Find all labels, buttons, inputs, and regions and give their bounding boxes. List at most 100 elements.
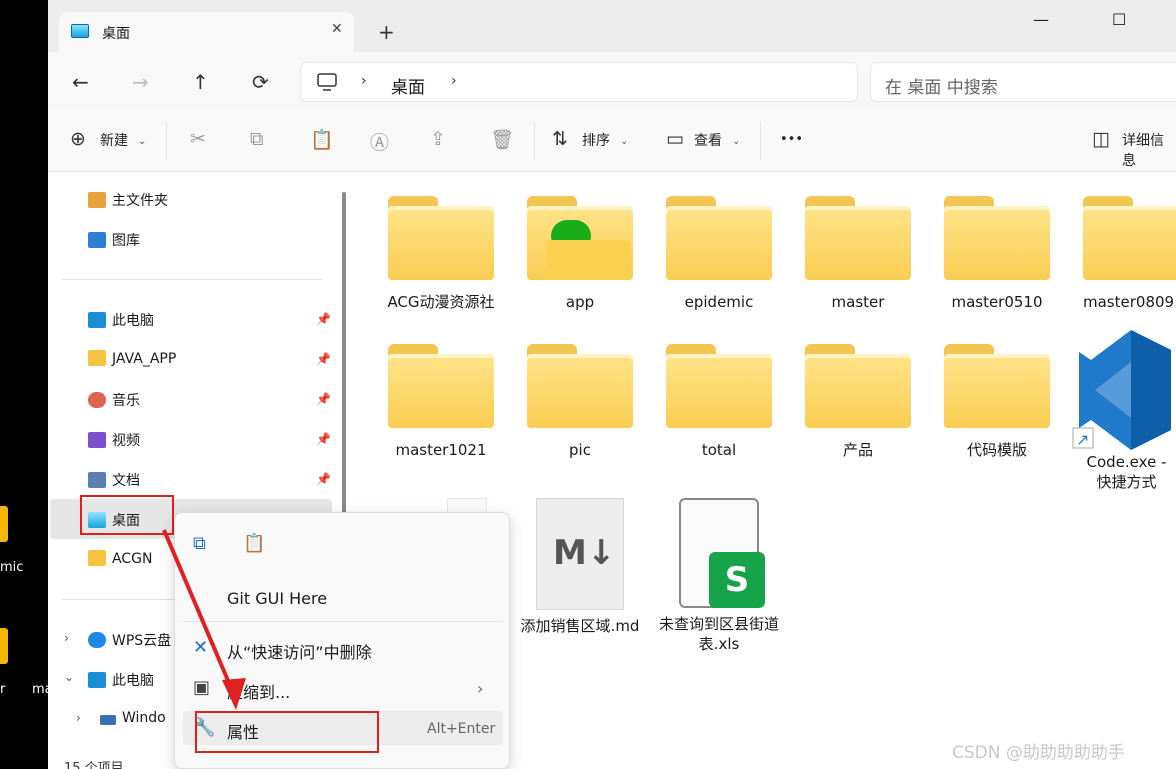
folder-item[interactable]: master0510 [932,196,1062,312]
item-label: 代码模版 [966,441,1027,459]
folder-item[interactable]: master0809 [1071,196,1176,312]
sidebar-item-java-app[interactable]: JAVA_APP [88,350,176,367]
sidebar-item-this-pc[interactable]: 此电脑 [88,310,154,330]
copy-icon[interactable]: ⧉ [250,128,264,150]
sidebar-item-this-pc-tree[interactable]: 此电脑 [88,670,154,690]
folder-icon [88,350,106,366]
minimize-button[interactable]: — [1033,10,1049,29]
arrow-annotation [162,529,246,710]
folder-item[interactable]: ACG动漫资源社 [376,196,506,312]
chevron-right-icon[interactable]: › [64,631,69,645]
folder-item[interactable]: 产品 [793,344,923,460]
sidebar-item-music[interactable]: 音乐 [88,390,140,410]
command-bar: ⊕ 新建 ⌄ ✂ ⧉ 📋 Ⓐ ⇪ 🗑 ⇅ 排序 ⌄ ▭ 查看 ⌄ ••• ◫ 详… [48,110,1176,172]
divider [62,279,322,280]
desktop-label: mic [0,560,24,575]
pin-icon[interactable]: 📌 [316,312,331,326]
sidebar-item-home[interactable]: 主文件夹 [88,190,168,210]
folder-item[interactable]: 代码模版 [932,344,1062,460]
folder-item[interactable]: app [515,196,645,312]
pin-icon[interactable]: 📌 [316,352,331,366]
item-label: 未查询到区县街道表.xls [658,615,779,653]
desktop-label: r [0,682,6,697]
title-bar: 桌面 ✕ + — ☐ [48,0,1176,52]
item-label: master1021 [395,441,487,459]
pin-icon[interactable]: 📌 [316,432,331,446]
item-label: total [701,441,737,459]
chevron-down-icon: ⌄ [620,136,629,147]
folder-item[interactable]: pic [515,344,645,460]
chevron-down-icon[interactable]: ⌄ [64,670,74,684]
pin-icon[interactable]: 📌 [316,472,331,486]
tab-title: 桌面 [102,26,130,42]
folder-icon [666,196,772,280]
folder-item[interactable]: master [793,196,923,312]
desktop-icon [71,24,89,38]
file-item[interactable]: S 未查询到区县街道表.xls [654,498,784,654]
sidebar-item-videos[interactable]: 视频 [88,430,140,450]
file-item[interactable]: M↓ 添加销售区域.md [515,498,645,636]
navigation-bar: ← → ↑ ⟳ › 桌面 › 在 桌面 中搜索 [48,52,1176,110]
rename-icon[interactable]: Ⓐ [370,128,389,155]
plus-circle-icon: ⊕ [70,128,86,150]
delete-icon[interactable]: 🗑 [490,128,514,151]
svg-text:↗: ↗ [1076,430,1089,449]
breadcrumb[interactable]: 桌面 [391,73,425,98]
status-bar: 15 个项目 [64,761,124,769]
close-tab-icon[interactable]: ✕ [331,21,343,37]
item-label: master0510 [951,293,1043,311]
search-input[interactable]: 在 桌面 中搜索 [885,73,998,98]
watermark: CSDN @助助助助助手 [952,743,1125,763]
more-options-button[interactable]: ••• [780,132,803,147]
details-button[interactable]: 详细信息 [1122,130,1176,170]
maximize-button[interactable]: ☐ [1112,10,1126,29]
spreadsheet-file-icon: S [679,498,765,608]
view-button[interactable]: 查看 [694,130,722,150]
sidebar-item-acgn[interactable]: ACGN [88,550,152,567]
chevron-right-icon[interactable]: › [76,711,81,725]
refresh-button[interactable]: ⟳ [252,70,269,94]
folder-item[interactable]: total [654,344,784,460]
folder-icon [944,344,1050,428]
tab-desktop[interactable]: 桌面 ✕ [59,12,354,52]
shortcut-item[interactable]: ↗ Code.exe - 快捷方式 [1071,328,1176,492]
document-icon [88,472,106,488]
folder-item[interactable]: master1021 [376,344,506,460]
item-label: 添加销售区域.md [520,617,640,635]
forward-button[interactable]: → [132,70,149,94]
chevron-down-icon: ⌄ [138,136,147,147]
home-icon [88,192,106,208]
gallery-icon [88,232,106,248]
desktop-folder-icon[interactable] [0,628,8,664]
item-label: app [565,293,595,311]
sidebar-item-documents[interactable]: 文档 [88,470,140,490]
new-tab-button[interactable]: + [378,20,395,44]
markdown-file-icon: M↓ [536,498,624,610]
chevron-right-icon: › [361,73,367,89]
wechat-folder-icon [527,196,633,280]
search-box[interactable]: 在 桌面 中搜索 [870,62,1176,102]
new-button[interactable]: 新建 [100,130,128,150]
desktop-folder-icon[interactable] [0,506,8,542]
video-icon [88,432,106,448]
folder-icon [388,344,494,428]
folder-item[interactable]: epidemic [654,196,784,312]
pin-icon[interactable]: 📌 [316,392,331,406]
vscode-icon: ↗ [1072,330,1171,450]
drive-icon [100,715,116,725]
computer-icon [88,312,106,328]
address-bar[interactable]: › 桌面 › [300,62,858,102]
sort-button[interactable]: 排序 [582,130,610,150]
separator [760,122,761,160]
item-label: pic [569,441,591,459]
back-button[interactable]: ← [72,70,89,94]
sidebar-item-gallery[interactable]: 图库 [88,230,140,250]
chevron-down-icon: ⌄ [732,136,741,147]
up-button[interactable]: ↑ [192,70,209,94]
item-label: Code.exe - 快捷方式 [1086,453,1167,491]
cut-icon[interactable]: ✂ [190,128,206,150]
chevron-right-icon[interactable]: › [451,73,457,89]
folder-icon [805,196,911,280]
paste-icon[interactable]: 📋 [310,128,334,151]
share-icon[interactable]: ⇪ [430,128,446,150]
